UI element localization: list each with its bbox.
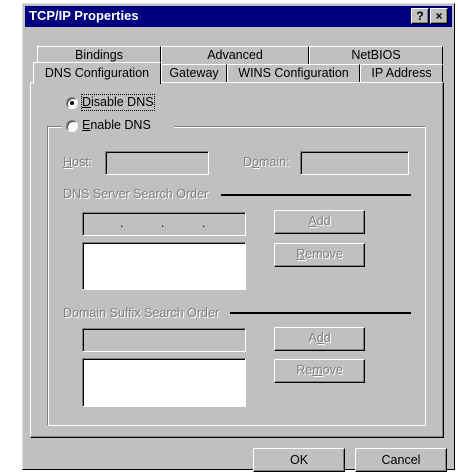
domain-text-rest: main: (258, 155, 290, 169)
cancel-button[interactable]: Cancel (355, 448, 447, 472)
domain-suffix-add-button[interactable]: Add (274, 327, 365, 351)
tab-advanced[interactable]: Advanced (161, 46, 309, 64)
remove1-mnemonic: R (296, 247, 306, 261)
disable-dns-label[interactable]: Disable DNS (81, 94, 155, 111)
tab-advanced-label: Advanced (207, 48, 263, 62)
help-button[interactable]: ? (411, 8, 429, 24)
domain-field[interactable] (300, 151, 409, 175)
tab-ip-address[interactable]: IP Address (360, 64, 443, 82)
enable-dns-label[interactable]: Enable DNS (82, 118, 151, 133)
disable-dns-text: isable DNS (91, 95, 154, 109)
tab-bindings-label: Bindings (75, 48, 123, 62)
window-title: TCP/IP Properties (29, 8, 139, 23)
tab-netbios-label: NetBIOS (351, 48, 401, 62)
domain-text-pre: D (243, 155, 253, 169)
tab-dns-configuration[interactable]: DNS Configuration (33, 62, 161, 84)
tab-gateway-label: Gateway (169, 66, 219, 80)
enable-dns-text: nable DNS (90, 118, 151, 132)
disable-dns-mnemonic: D (82, 95, 92, 109)
add2-text-rest: d (323, 331, 331, 345)
domain-mnemonic: o (252, 155, 259, 169)
close-icon: × (435, 9, 443, 23)
dns-server-ip-field[interactable]: . . . (82, 212, 246, 236)
remove2-text-rest: ove (322, 363, 343, 377)
ok-button[interactable]: OK (253, 448, 345, 472)
host-label: Host: (63, 155, 92, 170)
add1-text: dd (316, 214, 331, 228)
host-field[interactable] (105, 151, 209, 175)
ip-dot-1: . (120, 216, 124, 230)
remove2-text-pre: Re (296, 363, 313, 377)
radio-selected-dot (70, 101, 74, 105)
help-icon: ? (416, 9, 424, 23)
disable-dns-radio[interactable] (66, 97, 78, 109)
dns-server-search-order-label: DNS Server Search Order (63, 187, 209, 201)
tab-netbios[interactable]: NetBIOS (309, 46, 443, 64)
domain-suffix-remove-button[interactable]: Remove (274, 359, 365, 383)
tab-wins-configuration[interactable]: WINS Configuration (227, 64, 360, 82)
tab-gateway[interactable]: Gateway (161, 64, 227, 82)
tab-dns-configuration-label: DNS Configuration (44, 66, 150, 80)
domain-suffix-search-order-label: Domain Suffix Search Order (63, 306, 220, 320)
domain-suffix-list[interactable] (82, 358, 246, 407)
tab-ip-address-label: IP Address (371, 66, 432, 80)
enable-dns-radio[interactable] (66, 120, 78, 132)
host-text: ost: (72, 155, 93, 169)
dns-server-separator (221, 194, 411, 196)
tab-wins-configuration-label: WINS Configuration (238, 66, 349, 80)
dns-server-remove-button[interactable]: Remove (274, 243, 365, 267)
ip-dot-2: . (161, 216, 165, 230)
close-button[interactable]: × (430, 8, 448, 24)
add2-text-pre: A (308, 331, 317, 345)
add1-mnemonic: A (308, 214, 317, 228)
domain-label: Domain: (243, 155, 290, 170)
dns-server-add-button[interactable]: Add (274, 210, 365, 234)
domain-suffix-separator (230, 312, 411, 314)
domain-suffix-field[interactable] (82, 328, 246, 352)
dns-server-list[interactable] (82, 242, 246, 290)
remove2-mnemonic: m (312, 363, 323, 377)
add2-mnemonic: d (316, 331, 324, 345)
host-mnemonic: H (63, 155, 73, 169)
remove1-text: emove (305, 247, 343, 261)
ip-dot-3: . (202, 216, 206, 230)
